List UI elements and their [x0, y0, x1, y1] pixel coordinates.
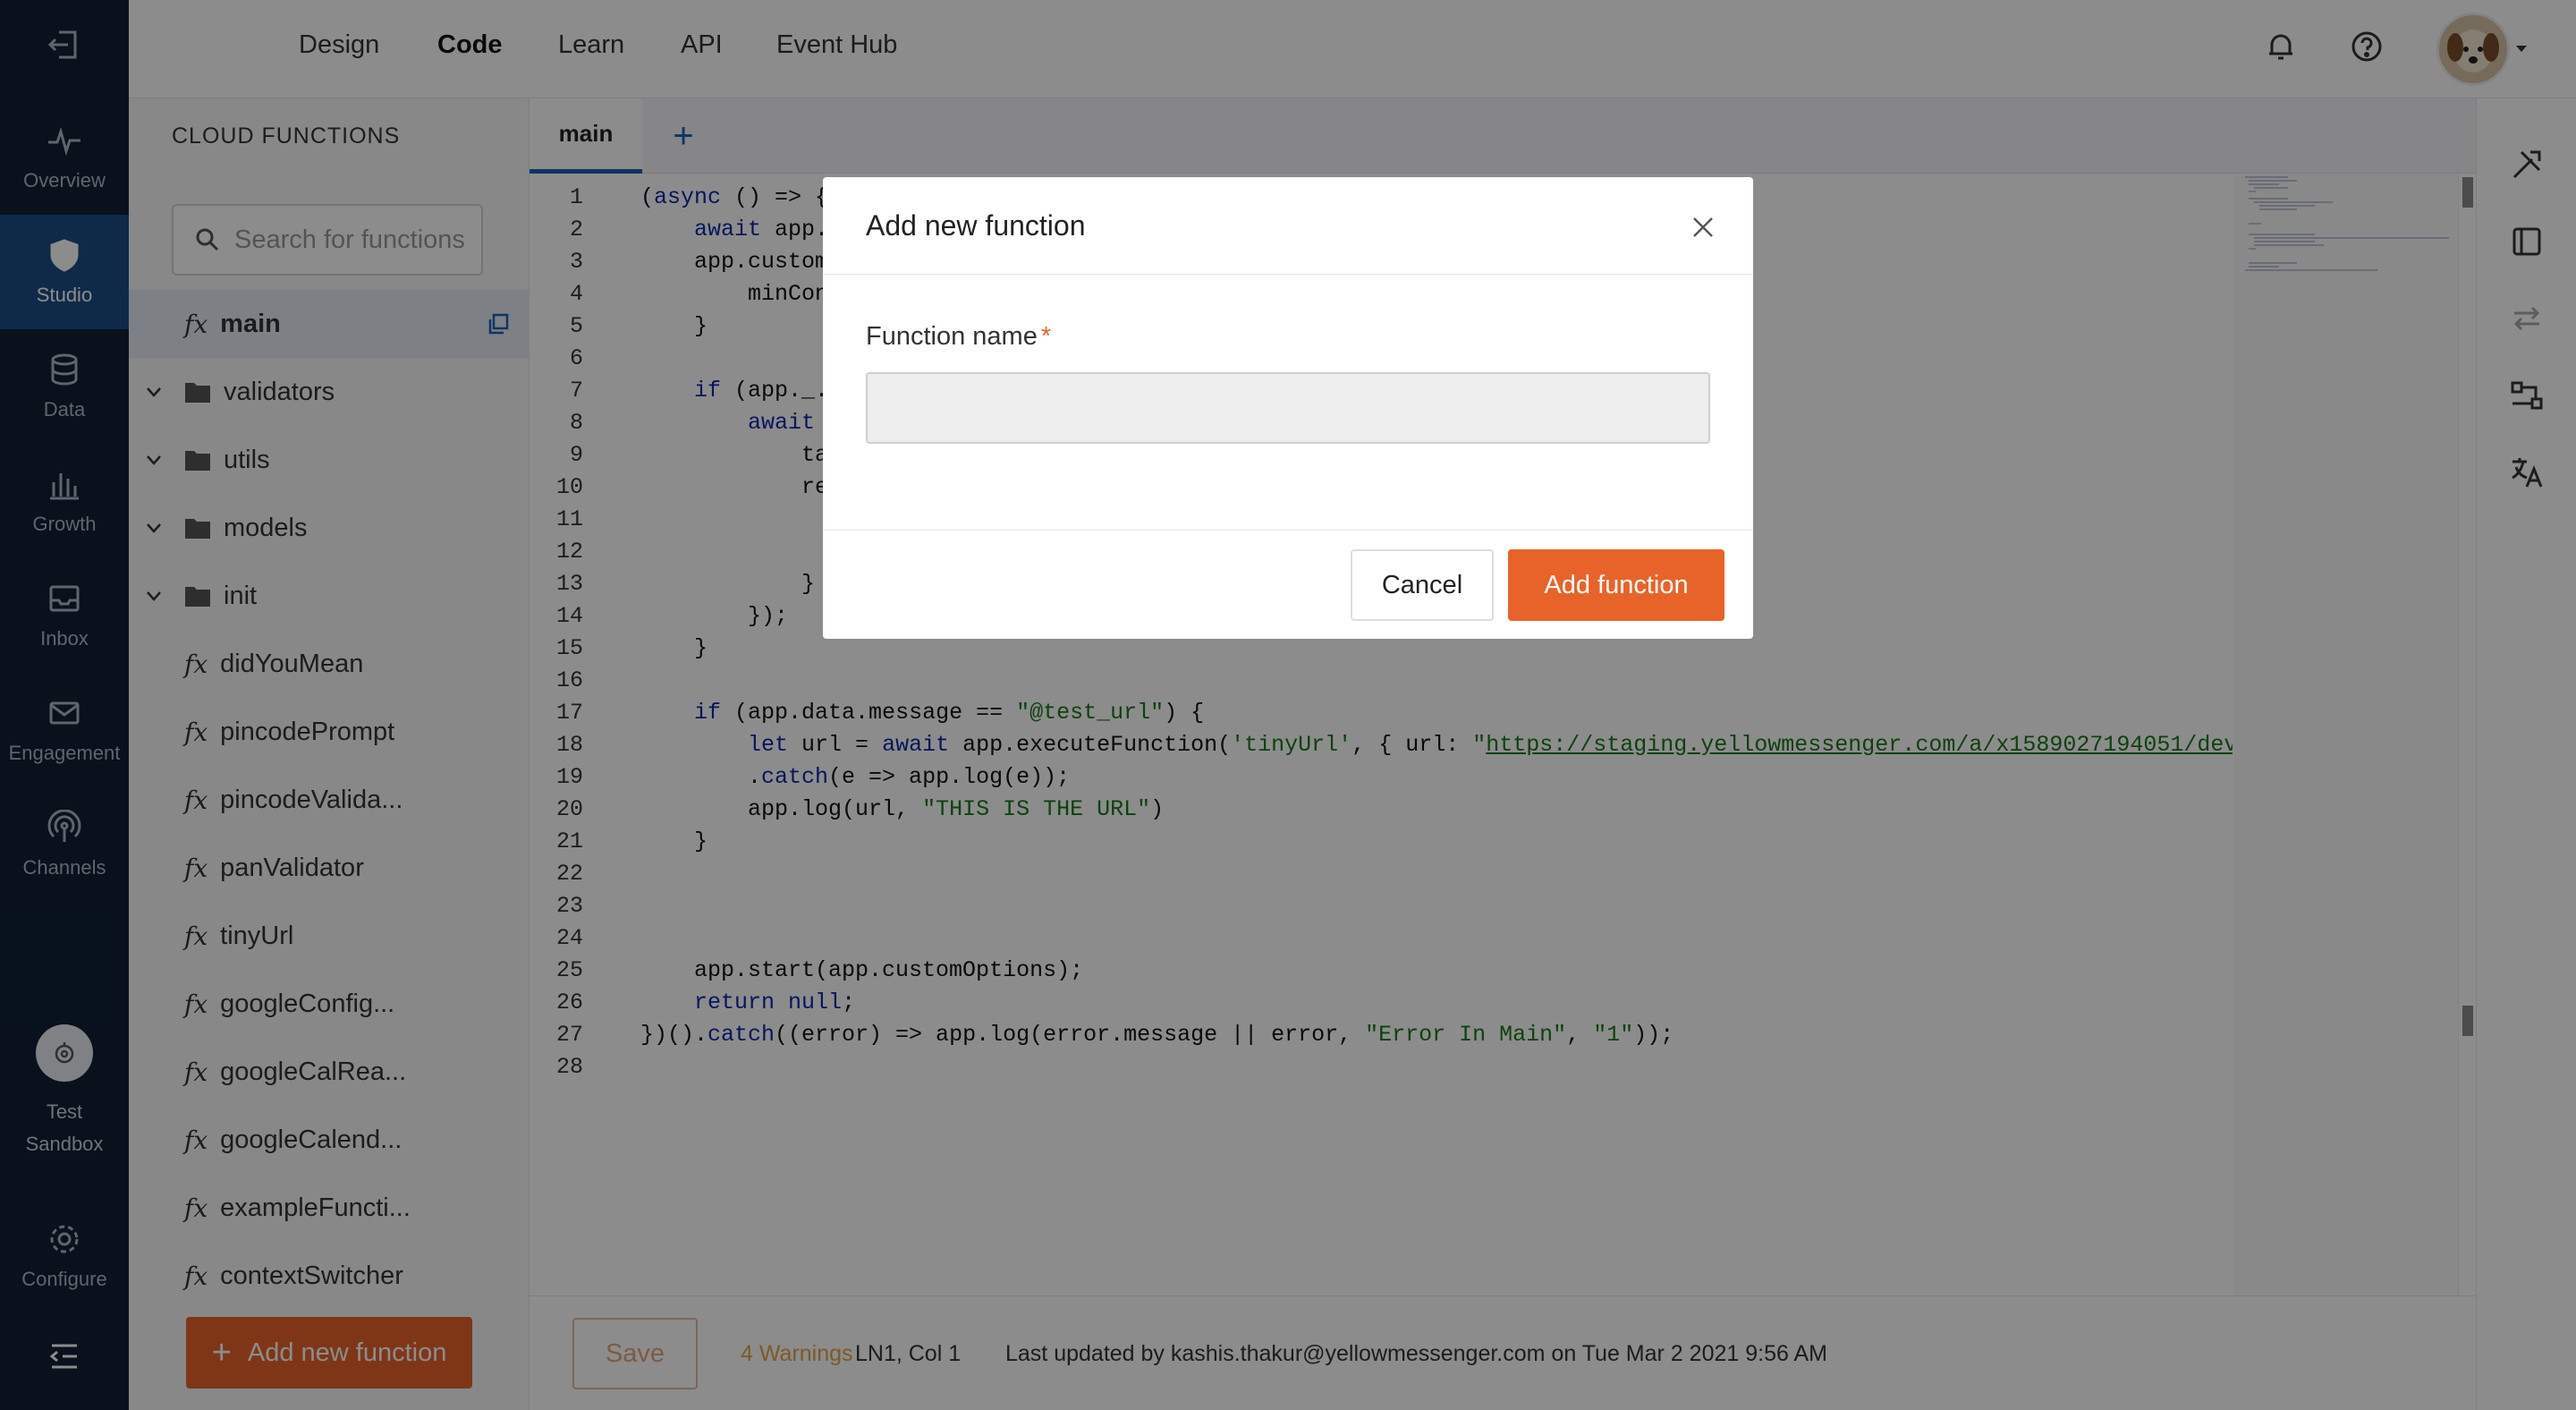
close-icon[interactable] [1689, 213, 1717, 242]
add-function-button[interactable]: Add function [1508, 549, 1724, 621]
function-name-label: Function name * [866, 322, 1051, 352]
dialog-header-divider [823, 274, 1753, 275]
cancel-button[interactable]: Cancel [1351, 549, 1494, 621]
add-function-dialog: Add new function Function name * Cancel A… [823, 177, 1753, 639]
dialog-title: Add new function [866, 209, 1086, 242]
required-mark: * [1040, 322, 1052, 351]
function-name-label-text: Function name [866, 322, 1038, 351]
function-name-input[interactable] [866, 372, 1710, 444]
dialog-footer-divider [823, 530, 1753, 531]
